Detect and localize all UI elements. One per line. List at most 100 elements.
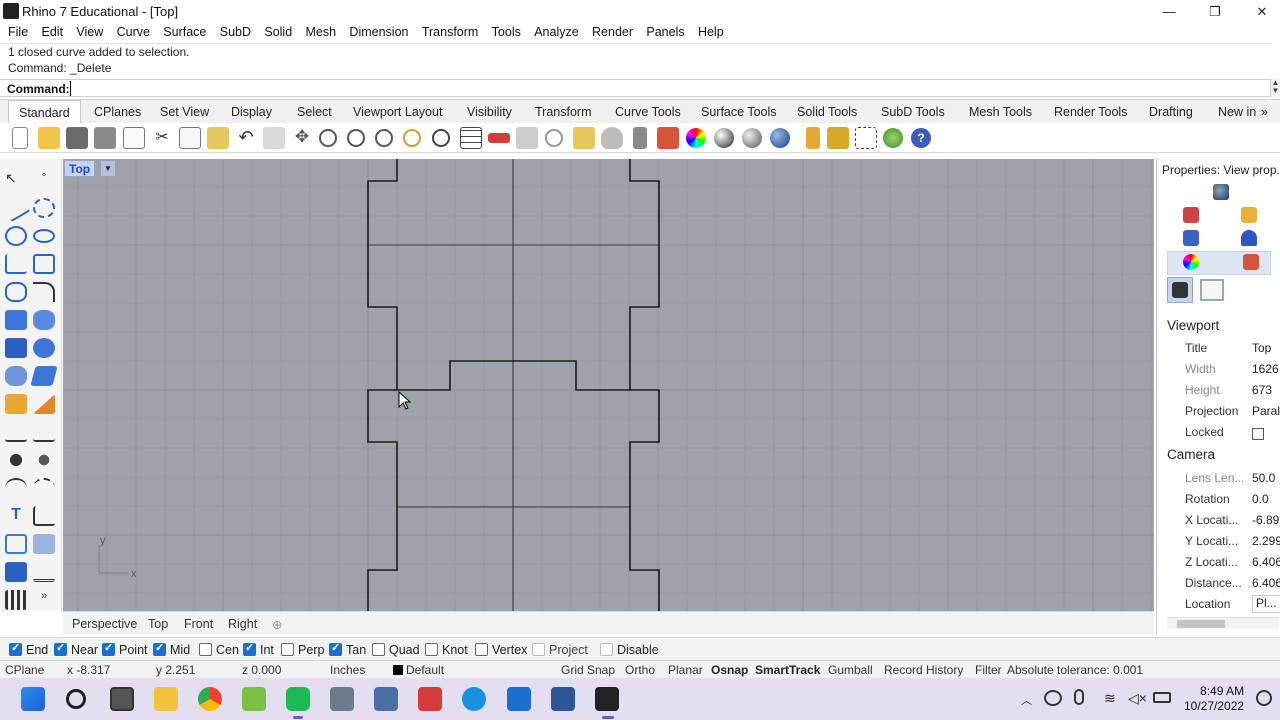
status-grid-snap[interactable]: Grid Snap [561, 663, 615, 677]
polyline-icon[interactable] [1, 193, 31, 223]
status-ortho[interactable]: Ortho [625, 663, 655, 677]
undo-icon[interactable]: ↶ [235, 127, 257, 149]
tab-select[interactable]: Select [297, 105, 332, 119]
status-planar[interactable]: Planar [668, 663, 703, 677]
menu-panels[interactable]: Panels [646, 23, 684, 39]
tab-surface-tools[interactable]: Surface Tools [701, 105, 777, 119]
osnap-int-checkbox[interactable] [243, 641, 256, 656]
polygon-icon[interactable] [5, 282, 27, 302]
property-value[interactable]: 6.406 [1252, 555, 1280, 569]
osnap-near[interactable]: Near [54, 641, 98, 657]
tab-drafting[interactable]: Drafting [1149, 105, 1193, 119]
osnap-quad[interactable]: Quad [372, 643, 420, 657]
search-icon[interactable] [66, 689, 86, 709]
sync-icon[interactable] [1044, 690, 1062, 706]
zoom-window-icon[interactable] [347, 129, 365, 147]
solid-tools-icon[interactable] [33, 338, 55, 358]
menu-help[interactable]: Help [698, 23, 724, 39]
menu-transform[interactable]: Transform [422, 23, 479, 39]
osnap-tan-checkbox[interactable] [329, 641, 342, 656]
file-explorer-icon[interactable] [154, 687, 178, 711]
color-wheel-icon[interactable] [1183, 254, 1199, 270]
properties-horizontal-scrollbar[interactable] [1167, 617, 1279, 629]
command-scroll-arrows-icon[interactable]: ▲ ▼ [1270, 79, 1280, 97]
battery-icon[interactable] [1153, 692, 1171, 703]
object-properties-icon[interactable] [1213, 184, 1229, 200]
chrome-icon[interactable] [198, 687, 222, 711]
osnap-knot-checkbox[interactable] [425, 643, 438, 656]
arc-icon[interactable] [5, 254, 27, 274]
menu-subd[interactable]: SubD [220, 23, 251, 39]
osnap-perp-checkbox[interactable] [281, 643, 294, 656]
osnap-disable-checkbox[interactable] [600, 643, 613, 656]
select-arrow-icon[interactable]: ↖ [5, 170, 27, 190]
osnap-vertex-checkbox[interactable] [475, 643, 488, 656]
windows-start-icon[interactable] [21, 687, 45, 711]
viewport-layout-icon[interactable] [460, 127, 482, 149]
transform-icon[interactable] [33, 534, 55, 554]
property-value[interactable]: 6.406 [1252, 576, 1280, 590]
property-value[interactable]: 0.0 [1252, 492, 1280, 506]
osnap-near-checkbox[interactable] [54, 641, 67, 656]
microphone-icon[interactable] [1074, 689, 1084, 705]
options-gear-icon[interactable] [827, 127, 849, 149]
tab-cplanes[interactable]: CPlanes [94, 105, 141, 119]
wifi-icon[interactable]: ≋ [1104, 690, 1116, 707]
rectangle-icon[interactable] [33, 254, 55, 274]
taskbar-clock[interactable]: 8:49 AM 10/27/2022 [1184, 684, 1244, 714]
menu-solid[interactable]: Solid [264, 23, 292, 39]
surface-icon[interactable] [5, 310, 27, 330]
viewport-tab-perspective[interactable]: Perspective [72, 617, 137, 631]
tab-standard[interactable]: Standard [8, 100, 81, 124]
grid-icon[interactable] [33, 562, 55, 582]
circle-icon[interactable] [5, 226, 27, 246]
property-value[interactable]: Parallel [1252, 404, 1280, 418]
drafting-icon[interactable] [33, 394, 55, 414]
status-filter[interactable]: Filter [975, 663, 1002, 677]
viewport-title-label[interactable]: Top ▼ [64, 160, 115, 177]
pan-hand-icon[interactable] [263, 127, 285, 149]
status-osnap[interactable]: Osnap [711, 663, 748, 677]
globe-icon[interactable] [883, 128, 903, 148]
export-icon[interactable] [123, 127, 145, 149]
minimize-button[interactable]: — [1146, 0, 1192, 23]
maximize-button[interactable]: ❐ [1192, 0, 1238, 23]
flashlight-icon[interactable] [806, 127, 820, 149]
menu-curve[interactable]: Curve [117, 23, 150, 39]
app-chat-icon[interactable] [286, 687, 310, 711]
point-icon[interactable]: ∘ [33, 170, 55, 190]
copy-icon[interactable] [179, 127, 201, 149]
status-smarttrack[interactable]: SmartTrack [755, 663, 820, 677]
lightbulb-icon[interactable] [601, 127, 623, 149]
notification-moon-icon[interactable] [1256, 690, 1272, 706]
osnap-cen[interactable]: Cen [199, 643, 239, 657]
tab-mesh-tools[interactable]: Mesh Tools [969, 105, 1032, 119]
app-green-icon[interactable] [242, 687, 266, 711]
named-views-icon[interactable] [1183, 230, 1199, 246]
print-icon[interactable] [94, 127, 116, 149]
notifications-bell-icon[interactable] [1241, 230, 1257, 246]
layers-icon[interactable] [1243, 254, 1259, 270]
menu-file[interactable]: File [8, 23, 28, 39]
viewport-tab-front[interactable]: Front [184, 617, 213, 631]
close-button[interactable]: ✕ [1239, 0, 1280, 23]
osnap-point-checkbox[interactable] [102, 641, 115, 656]
color-wheel-icon[interactable] [686, 128, 706, 148]
left-toolbar-more-button[interactable]: » [33, 590, 55, 610]
osnap-end[interactable]: End [9, 641, 48, 657]
viewport-name[interactable]: Top [69, 162, 90, 176]
task-view-icon[interactable] [110, 687, 134, 711]
osnap-project-checkbox[interactable] [532, 643, 545, 656]
osnap-disable[interactable]: Disable [600, 643, 659, 657]
fillet-icon[interactable] [33, 282, 55, 302]
osnap-int[interactable]: Int [243, 641, 274, 657]
paste-icon[interactable] [207, 127, 229, 149]
viewport-tab-right[interactable]: Right [228, 617, 257, 631]
extrude-icon[interactable] [5, 366, 27, 386]
tab-new-in[interactable]: New in [1218, 105, 1256, 119]
points-icon[interactable] [573, 127, 595, 149]
explode-icon[interactable] [33, 450, 55, 470]
osnap-project[interactable]: Project [532, 643, 588, 657]
tab-curve-tools[interactable]: Curve Tools [615, 105, 681, 119]
status-layer[interactable]: Default [393, 663, 444, 677]
